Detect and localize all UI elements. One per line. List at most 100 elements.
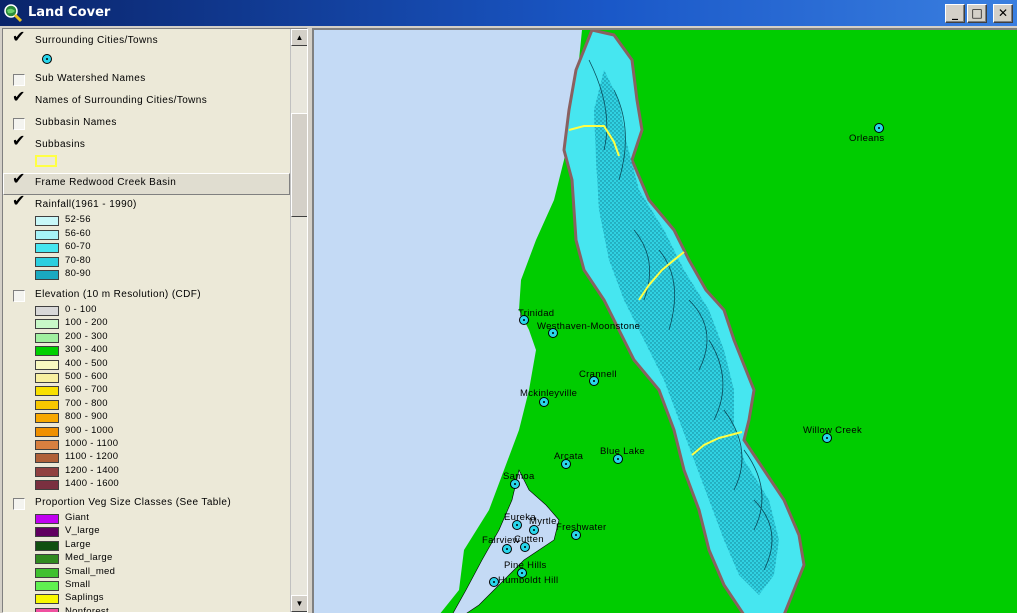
legend-swatch — [35, 480, 59, 491]
town-label: Samoa — [503, 471, 535, 482]
layer-name: Proportion Veg Size Classes (See Table) — [35, 497, 232, 508]
town-label: Pine Hills — [504, 560, 547, 571]
legend-swatch — [35, 373, 59, 383]
legend-swatch — [35, 319, 59, 330]
legend-swatch — [35, 243, 59, 253]
legend-swatch — [35, 229, 59, 240]
legend-swatch — [35, 466, 59, 477]
legend-class-label: 400 - 500 — [65, 357, 108, 369]
legend-swatch — [35, 270, 59, 280]
legend-class-label: Nonforest — [65, 605, 109, 613]
checkmark-icon[interactable]: ✔ — [12, 29, 25, 46]
legend-scrollbar[interactable]: ▲ ▼ — [290, 29, 307, 612]
layer-name: Elevation (10 m Resolution) (CDF) — [35, 289, 202, 300]
layer-name: Sub Watershed Names — [35, 73, 146, 84]
scroll-up-button[interactable]: ▲ — [291, 29, 307, 46]
close-button[interactable]: ✕ — [993, 4, 1013, 23]
legend-swatch — [35, 527, 59, 538]
legend-class-label: 52-56 — [65, 214, 91, 225]
legend-swatch — [35, 306, 59, 316]
legend-class-label: 600 - 700 — [65, 384, 108, 396]
legend-class-label: 1200 - 1400 — [65, 464, 120, 476]
legend-class-label: Saplings — [65, 592, 104, 604]
layer-name: Subbasin Names — [35, 117, 117, 128]
town-label: Westhaven-Moonstone — [537, 321, 641, 332]
scroll-down-button[interactable]: ▼ — [291, 595, 307, 612]
legend-class-label: 800 - 900 — [65, 411, 108, 423]
legend-class-label: 1000 - 1100 — [65, 438, 119, 449]
legend-class-label: Med_large — [65, 552, 113, 564]
town-label: Blue Lake — [600, 446, 645, 457]
legend-swatch — [35, 413, 59, 424]
legend-class-label: 900 - 1000 — [65, 424, 114, 436]
legend-swatch — [35, 514, 59, 524]
town-label: Trinidad — [518, 308, 555, 319]
legend-class-label: 300 - 400 — [65, 344, 108, 356]
subbasin-symbol — [35, 155, 57, 167]
layer-name: Subbasins — [35, 139, 86, 150]
legend-class-label: Small — [65, 579, 91, 590]
legend-class-label: V_large — [65, 525, 100, 537]
legend-class-label: 200 - 300 — [65, 330, 108, 342]
checkbox[interactable] — [13, 118, 25, 130]
layer-name: Names of Surrounding Cities/Towns — [35, 95, 208, 106]
checkbox[interactable] — [13, 290, 25, 302]
legend-swatch — [35, 332, 59, 343]
maximize-button[interactable]: □ — [967, 4, 987, 23]
legend-class-label: 0 - 100 — [65, 304, 97, 315]
legend-swatch — [35, 216, 59, 226]
checkmark-icon[interactable]: ✔ — [12, 191, 25, 210]
town-label: Myrtle — [529, 516, 557, 527]
town-label: Mckinleyville — [520, 388, 578, 399]
town-label: Willow Creek — [803, 425, 863, 436]
town-marker-icon[interactable] — [874, 123, 884, 133]
legend-class-label: 700 - 800 — [65, 397, 108, 409]
globe-magnifier-icon — [4, 4, 23, 23]
legend-swatch — [35, 426, 59, 437]
checkmark-icon[interactable]: ✔ — [12, 131, 25, 150]
legend-class-label: Giant — [65, 512, 90, 523]
legend-swatch — [35, 256, 59, 267]
legend-swatch — [35, 540, 59, 551]
legend-swatch — [35, 359, 59, 370]
town-label: Arcata — [554, 451, 584, 462]
town-label: Cutten — [514, 534, 544, 545]
legend-swatch — [35, 346, 59, 357]
legend-class-label: 1100 - 1200 — [65, 451, 119, 463]
legend-swatch — [35, 567, 59, 578]
window-title: Land Cover — [28, 5, 111, 20]
legend-swatch — [35, 399, 59, 410]
map-view[interactable]: Orleans Trinidad Westhaven-Moonstone Cranne… — [312, 28, 1017, 613]
town-label: Humboldt Hill — [498, 575, 559, 586]
checkmark-icon[interactable]: ✔ — [12, 87, 25, 106]
title-bar[interactable]: Land Cover _ □ ✕ — [0, 0, 1017, 26]
checkbox[interactable] — [13, 498, 25, 510]
legend-class-label: 80-90 — [65, 268, 91, 279]
scroll-thumb[interactable] — [291, 113, 307, 217]
legend-class-label: 500 - 600 — [65, 371, 108, 382]
land-cover-window: Land Cover _ □ ✕ ✔ Surrounding Cities/To… — [0, 0, 1017, 613]
legend-swatch — [35, 453, 59, 464]
legend-class-label: 60-70 — [65, 241, 91, 252]
legend-swatch — [35, 607, 59, 612]
legend-class-label: 100 - 200 — [65, 317, 108, 329]
checkbox[interactable] — [13, 74, 25, 86]
legend-class-label: 1400 - 1600 — [65, 478, 120, 490]
layer-name: Surrounding Cities/Towns — [35, 35, 158, 46]
minimize-button[interactable]: _ — [945, 4, 965, 23]
layer-name: Frame Redwood Creek Basin — [35, 177, 177, 188]
legend-class-label: Large — [65, 538, 91, 550]
map-canvas — [440, 30, 1017, 613]
legend-swatch — [35, 594, 59, 605]
town-label: Orleans — [849, 133, 885, 144]
checkmark-icon[interactable]: ✔ — [12, 169, 25, 188]
legend-panel: ✔ Surrounding Cities/Towns Sub Watershed… — [2, 28, 308, 613]
legend-swatch — [35, 440, 59, 450]
legend-swatch — [35, 581, 59, 591]
town-label: Freshwater — [556, 522, 607, 533]
legend-class-label: 56-60 — [65, 227, 91, 239]
legend-class-label: Small_med — [65, 565, 116, 577]
legend-class-label: 70-80 — [65, 254, 91, 266]
legend-swatch — [35, 386, 59, 397]
town-symbol-icon — [42, 54, 52, 64]
